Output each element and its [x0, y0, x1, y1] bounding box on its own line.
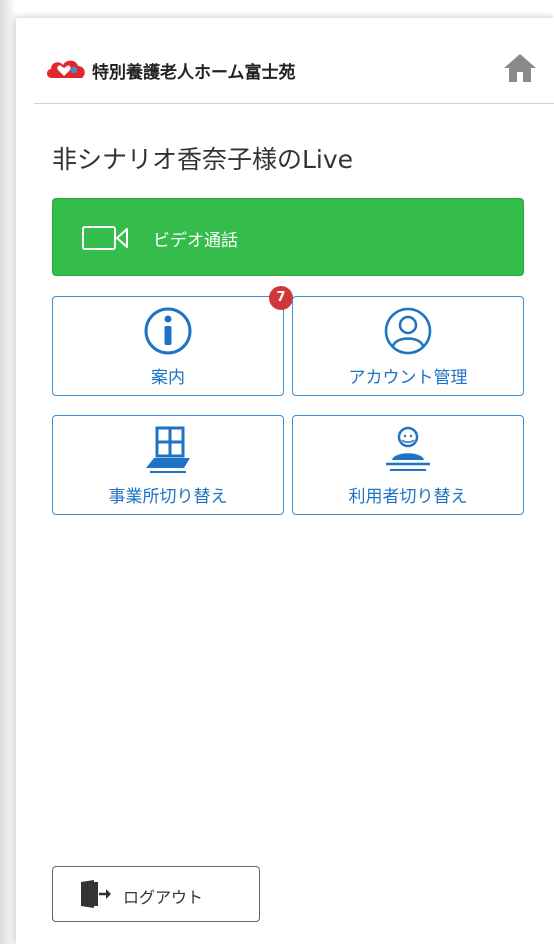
logout-door-icon [81, 880, 111, 908]
app-header: 特別養護老人ホーム富士苑 [34, 18, 554, 104]
video-call-label: ビデオ通話 [153, 231, 238, 251]
guide-button[interactable]: 案内 [52, 296, 284, 396]
user-switch-button[interactable]: 利用者切り替え [292, 415, 524, 515]
user-circle-icon [384, 307, 432, 355]
video-call-button[interactable]: ビデオ通話 [52, 198, 524, 276]
account-management-button[interactable]: アカウント管理 [292, 296, 524, 396]
video-camera-icon [82, 226, 128, 250]
home-button[interactable] [500, 48, 540, 88]
window-frame: 特別養護老人ホーム富士苑 非シナリオ香奈子様のLive ビデオ通話 案内 7 ア… [0, 0, 554, 944]
notification-badge: 7 [269, 286, 293, 310]
building-icon [146, 426, 190, 473]
logout-label: ログアウト [123, 888, 204, 907]
info-icon [144, 307, 192, 355]
account-management-label: アカウント管理 [348, 368, 468, 388]
person-switch-icon [386, 426, 430, 471]
home-icon [504, 54, 536, 82]
logout-button[interactable]: ログアウト [52, 866, 260, 922]
guide-label: 案内 [151, 368, 185, 388]
cloud-heart-icon [46, 60, 85, 78]
facility-name: 特別養護老人ホーム富士苑 [92, 63, 296, 83]
office-switch-label: 事業所切り替え [108, 487, 228, 507]
office-switch-button[interactable]: 事業所切り替え [52, 415, 284, 515]
user-switch-label: 利用者切り替え [348, 487, 468, 507]
page-title: 非シナリオ香奈子様のLive [52, 145, 354, 174]
